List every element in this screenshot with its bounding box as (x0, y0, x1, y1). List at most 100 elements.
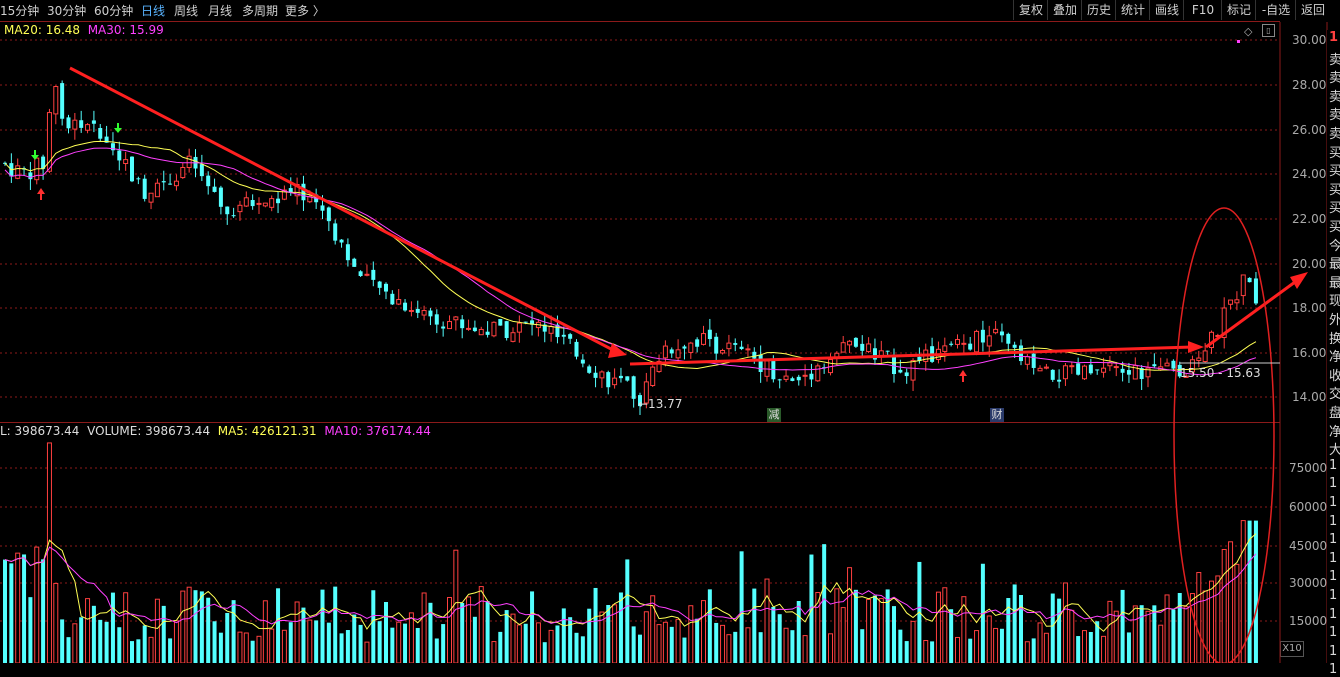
candle-body (1164, 362, 1170, 367)
volume-bar (53, 582, 59, 663)
quote-panel-char: 净 (1329, 350, 1340, 366)
volume-bar (593, 587, 598, 663)
volume-bar (853, 589, 858, 663)
candle-body (1171, 360, 1176, 369)
candle-body (847, 340, 853, 346)
candle-body (587, 366, 592, 373)
candle-body (168, 183, 173, 185)
quote-side-panel: 1卖卖卖卖卖买买买买买今最最现外换净收交盘净大111111111111 (1327, 30, 1340, 677)
candle-body (72, 119, 78, 130)
volume-bar (1158, 624, 1164, 663)
volume-bar (1139, 605, 1144, 663)
volume-bar (720, 624, 726, 663)
volume-bar (1062, 582, 1068, 663)
candle-body (1050, 369, 1055, 380)
candle-body (371, 269, 376, 280)
volume-bar (904, 641, 909, 663)
volume-bar (415, 627, 420, 663)
volume-bar (28, 597, 33, 663)
flat-arrowhead (1188, 341, 1204, 353)
volume-bar (535, 622, 541, 663)
candle-body (276, 198, 281, 204)
candle-body (523, 321, 528, 323)
candle-body (148, 192, 154, 203)
candle-body (961, 342, 967, 345)
volume-bar (154, 598, 160, 663)
candle-body (225, 206, 230, 215)
volume-bar (675, 618, 681, 663)
candle-body (504, 321, 509, 338)
volume-bar (707, 589, 712, 663)
volume-bar (878, 598, 884, 663)
volume-bar (726, 634, 732, 663)
finance-badge[interactable]: 财 (990, 408, 1004, 422)
volume-bar (682, 637, 687, 663)
volume-bar (148, 636, 154, 663)
candle-body (783, 375, 789, 380)
volume-bar (1031, 638, 1036, 663)
candle-body (612, 377, 618, 386)
volume-bar (548, 629, 554, 663)
volume-bar (231, 600, 236, 663)
candle-body (688, 342, 694, 353)
volume-bar (745, 627, 751, 663)
volume-bar (1253, 520, 1258, 663)
candle-body (580, 359, 585, 364)
candle-body (662, 345, 668, 359)
volume-bar (688, 605, 694, 663)
volume-bar (117, 627, 122, 663)
quote-panel-char: 现 (1329, 294, 1340, 310)
candle-body (396, 299, 402, 305)
candle-body (898, 369, 903, 373)
candle-body (180, 166, 186, 179)
quote-panel-char: 1 (1329, 588, 1338, 603)
volume-bar (1240, 520, 1246, 663)
volume-bar (923, 640, 929, 663)
volume-bar (377, 621, 382, 663)
volume-bar (510, 613, 516, 663)
volume-bar (276, 588, 281, 663)
kline-chart[interactable] (0, 0, 1340, 663)
candle-body (1031, 353, 1036, 368)
volume-bar (281, 629, 287, 663)
volume-bar (1107, 600, 1113, 663)
candle-body (993, 328, 999, 334)
ma30-line (4, 147, 1257, 376)
candle-body (498, 319, 503, 326)
volume-bar (714, 622, 719, 663)
candle-body (942, 345, 948, 352)
volume-bar (790, 630, 795, 663)
candle-body (1062, 365, 1068, 380)
volume-bar (218, 632, 223, 663)
volume-bar (408, 612, 414, 663)
volume-bar (161, 605, 166, 663)
candle-body (123, 159, 129, 165)
candle-body (358, 271, 363, 276)
volume-bar (478, 586, 484, 663)
candle-body (606, 372, 611, 388)
volume-bar (999, 628, 1004, 663)
reduce-holding-badge[interactable]: 减 (767, 408, 781, 422)
candle-body (1076, 363, 1081, 375)
volume-bar (669, 626, 674, 663)
volume-bar (739, 551, 744, 663)
candle-body (733, 343, 738, 345)
candle-body (326, 207, 331, 222)
quote-panel-char: 卖 (1329, 89, 1340, 105)
volume-bar (892, 606, 896, 663)
candle-body (1196, 357, 1202, 361)
quote-panel-char: 买 (1329, 164, 1340, 180)
candle-body (1024, 356, 1030, 365)
volume-bar (631, 626, 636, 663)
volume-bar (555, 625, 560, 663)
candle-body (154, 182, 160, 198)
volume-bar (447, 597, 452, 663)
volume-bar (910, 620, 916, 663)
quote-panel-char: 最 (1329, 257, 1340, 273)
volume-bar (168, 638, 173, 663)
up-arrow-marker (959, 370, 967, 382)
candle-body (568, 334, 573, 339)
volume-bar (225, 612, 230, 663)
candle-body (1069, 365, 1075, 368)
quote-panel-char: 1 (1329, 643, 1338, 659)
